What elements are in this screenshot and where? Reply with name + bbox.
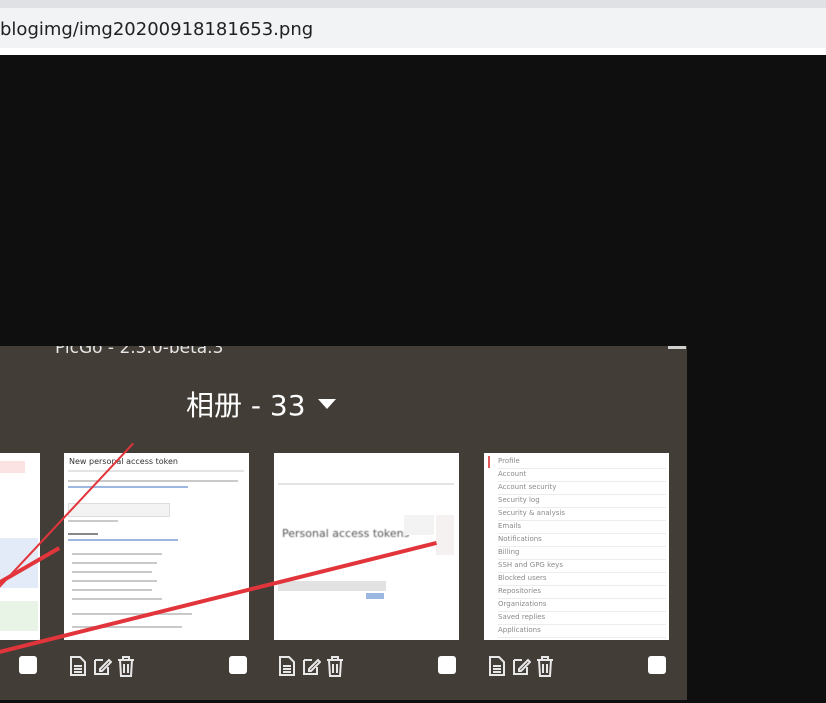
thumbnail-list-item: Notifications — [498, 534, 666, 547]
gallery-dropdown[interactable]: 相册 - 33 — [186, 384, 336, 424]
thumbnail-line — [68, 533, 98, 535]
thumbnail-actions — [68, 655, 136, 677]
file-text-icon[interactable] — [277, 655, 297, 677]
thumbnail-list-item: Security & analysis — [498, 508, 666, 521]
thumbnail-list: Profile Account Account security Security l… — [498, 456, 666, 640]
thumbnail-line — [366, 593, 384, 599]
thumbnail-accent — [488, 456, 490, 468]
thumbnail-caption: Personal access tokens — [282, 527, 410, 540]
caret-down-icon — [317, 399, 336, 409]
picgo-window: PicGo - 2.3.0-beta.3 相册 - 33 New persona… — [0, 346, 687, 700]
thumbnail-list-item: Repositories — [498, 586, 666, 599]
thumbnail-line — [68, 470, 244, 472]
thumbnail-line — [68, 539, 178, 541]
thumbnail-line — [72, 580, 157, 582]
url-text[interactable]: blogimg/img20200918181653.png — [0, 19, 313, 40]
select-checkbox[interactable] — [438, 656, 456, 674]
edit-icon[interactable] — [511, 655, 531, 677]
gallery-thumbnail[interactable]: Profile Account Account security Security l… — [484, 453, 669, 640]
address-bar[interactable]: blogimg/img20200918181653.png — [0, 8, 826, 49]
thumbnail-list-item: Organizations — [498, 599, 666, 612]
edit-icon[interactable] — [92, 655, 112, 677]
thumbnail-line — [68, 486, 188, 488]
thumbnail-line — [72, 571, 152, 573]
thumbnail-block — [0, 461, 25, 473]
window-title: PicGo - 2.3.0-beta.3 — [55, 346, 224, 358]
thumbnail-block — [436, 515, 454, 555]
thumbnail-line — [72, 562, 157, 564]
thumbnail-actions — [487, 655, 555, 677]
thumbnail-line — [72, 553, 162, 555]
toolbar-separator — [0, 48, 826, 55]
thumbnail-line — [278, 483, 454, 485]
gallery-thumbnail[interactable]: Personal access tokens — [274, 453, 459, 640]
thumbnail-list-item: Account security — [498, 482, 666, 495]
thumbnail-list-item: Security log — [498, 495, 666, 508]
thumbnail-list-item: Saved replies — [498, 612, 666, 625]
thumbnail-caption: New personal access token — [69, 457, 178, 466]
thumbnail-line — [278, 581, 386, 591]
gallery-title-text: 相册 - 33 — [186, 389, 306, 422]
thumbnail-input — [68, 503, 170, 517]
thumbnail-block — [0, 601, 38, 631]
thumbnail-block — [404, 515, 434, 535]
thumbnail-list-item: Profile — [498, 456, 666, 469]
thumbnail-list-item: Applications — [498, 625, 666, 638]
thumbnail-line — [72, 589, 152, 591]
thumbnail-list-item: Emails — [498, 521, 666, 534]
thumbnail-list-item: Billing — [498, 547, 666, 560]
file-text-icon[interactable] — [487, 655, 507, 677]
edit-icon[interactable] — [301, 655, 321, 677]
thumbnail-line — [72, 613, 192, 615]
browser-tabstrip — [0, 0, 826, 8]
minimize-button[interactable] — [668, 346, 686, 349]
thumbnail-line — [72, 598, 162, 600]
select-checkbox[interactable] — [229, 656, 247, 674]
select-checkbox[interactable] — [648, 656, 666, 674]
thumbnail-list-item: SSH and GPG keys — [498, 560, 666, 573]
thumbnail-list-item: Account — [498, 469, 666, 482]
trash-icon[interactable] — [116, 655, 136, 677]
select-checkbox[interactable] — [19, 656, 37, 674]
thumbnail-line — [68, 520, 118, 522]
trash-icon[interactable] — [325, 655, 345, 677]
thumbnail-line — [68, 480, 238, 482]
file-text-icon[interactable] — [68, 655, 88, 677]
thumbnail-list-item: Blocked users — [498, 573, 666, 586]
thumbnail-actions — [277, 655, 345, 677]
trash-icon[interactable] — [535, 655, 555, 677]
